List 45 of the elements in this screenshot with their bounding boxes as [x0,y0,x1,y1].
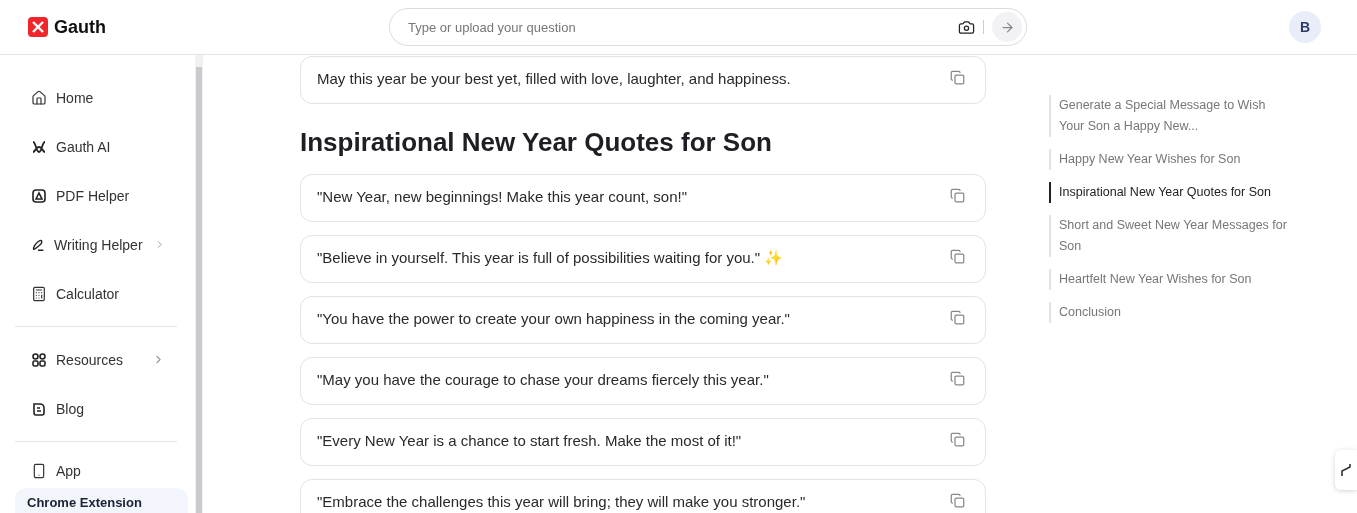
sidebar-item[interactable]: Home [15,73,177,122]
toc-link[interactable]: Happy New Year Wishes for Son [1049,149,1289,170]
sidebar-item[interactable]: Gauth AI [15,122,177,171]
quote-text: "New Year, new beginnings! Make this year count, son!" [317,188,688,205]
sidebar-item[interactable]: PDF Helper [15,171,177,220]
section-heading: Inspirational New Year Quotes for Son [300,128,773,156]
logo-text: Gauth [54,16,106,38]
submit-button[interactable] [992,12,1022,42]
copy-icon[interactable] [950,310,965,325]
phone-icon [31,463,47,479]
sidebar-item[interactable]: Blog [15,384,177,433]
copy-icon[interactable] [950,188,965,203]
chrome-extension-card[interactable]: Chrome Extension [15,488,188,513]
blog-icon [31,400,47,417]
calculator-icon [31,285,47,302]
quote-text: "Every New Year is a chance to start fresh. Make the most of it!" [317,432,742,449]
toc-link[interactable]: Heartfelt New Year Wishes for Son [1049,269,1289,290]
toc-link[interactable]: Generate a Special Message to Wish Your Son a Happy New... [1049,95,1289,137]
grid-icon [31,351,47,368]
copy-icon[interactable] [950,249,965,264]
home-icon [31,89,47,106]
chart-line-icon [1340,462,1352,478]
quote-text: May this year be your best yet, filled with love, laughter, and happiness. [317,70,791,87]
ai-logo-icon [31,138,47,155]
camera-icon[interactable] [958,18,975,36]
sidebar-item[interactable]: Resources [15,335,177,384]
document-icon [31,187,47,204]
quote-text: "Embrace the challenges this year will bring; they will make you stronger." [317,493,806,510]
copy-icon[interactable] [950,70,965,85]
feedback-button[interactable] [1335,450,1357,490]
sidebar-item[interactable]: Calculator [15,269,177,318]
quote-text: "Believe in yourself. This year is full of possibilities waiting for you." ✨ [317,249,784,266]
logo-icon [28,17,48,37]
avatar[interactable]: B [1289,11,1321,43]
copy-icon[interactable] [950,371,965,386]
toc-link[interactable]: Conclusion [1049,302,1289,323]
arrow-right-icon [999,19,1015,35]
toc-link[interactable]: Inspirational New Year Quotes for Son [1049,182,1289,203]
quote-text: "You have the power to create your own happiness in the coming year." [317,310,790,327]
copy-icon[interactable] [950,432,965,447]
quote-text: "May you have the courage to chase your dreams fiercely this year." [317,371,769,388]
sidebar-item[interactable]: App [15,454,177,488]
copy-icon[interactable] [950,493,965,508]
sidebar-item[interactable]: Writing Helper [15,220,177,269]
toc-link[interactable]: Short and Sweet New Year Messages for Son [1049,215,1289,257]
